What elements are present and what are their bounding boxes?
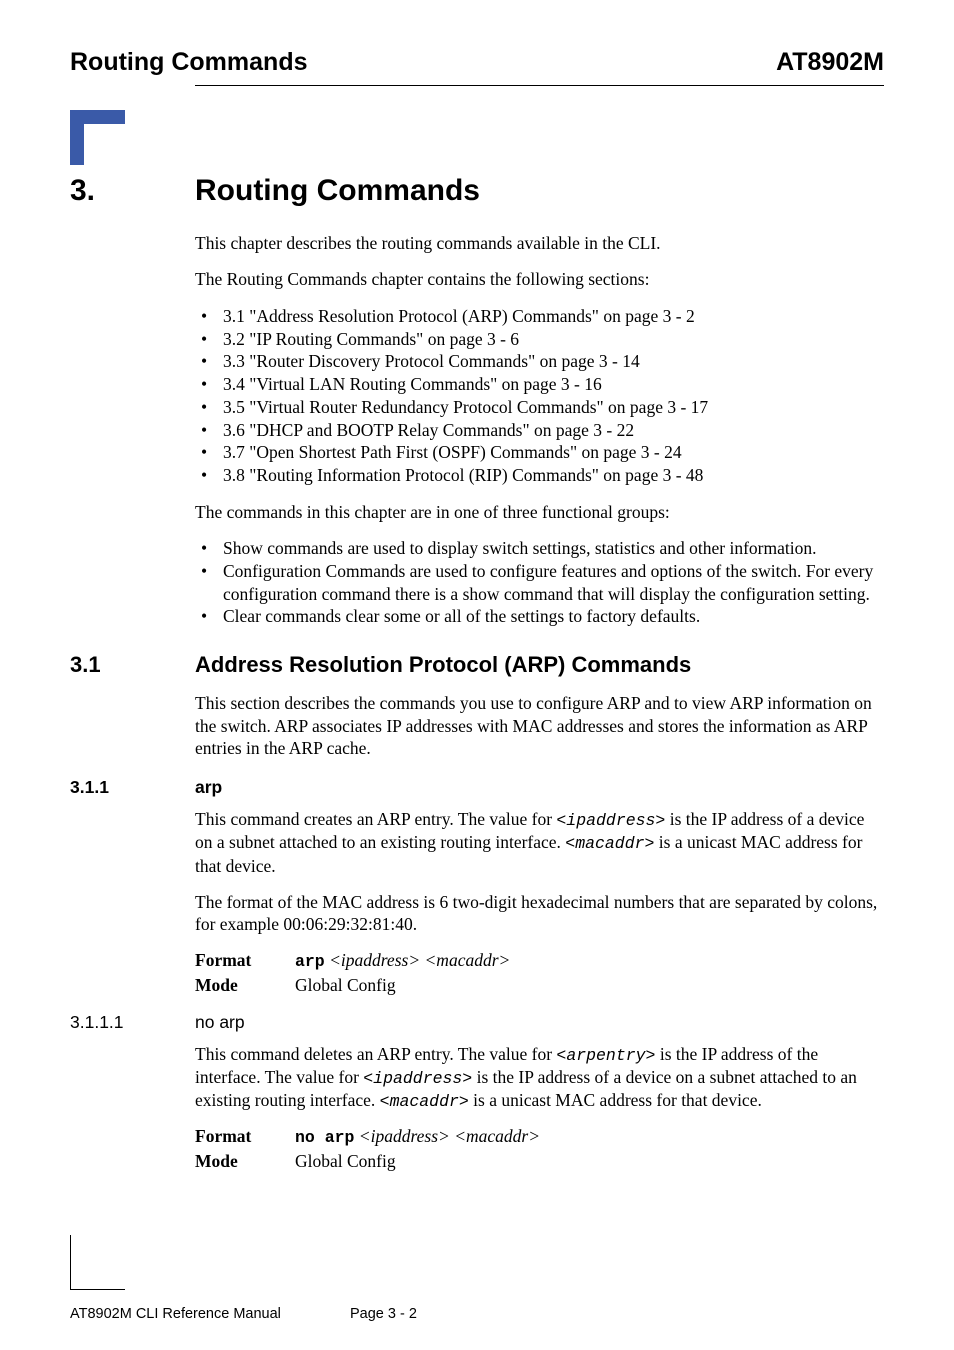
- subsubsection-number: 3.1.1.1: [70, 1012, 195, 1033]
- toc-item[interactable]: 3.1 "Address Resolution Protocol (ARP) C…: [195, 305, 884, 328]
- param-macaddr: <macaddr>: [565, 834, 654, 853]
- cmd-keyword: arp: [295, 952, 325, 971]
- cmd-args: <ipaddress> <macaddr>: [354, 1126, 540, 1146]
- toc-item[interactable]: 3.7 "Open Shortest Path First (OSPF) Com…: [195, 441, 884, 464]
- header-rule: [195, 85, 884, 86]
- mode-value: Global Config: [295, 975, 884, 996]
- groups-intro: The commands in this chapter are in one …: [195, 501, 884, 523]
- toc-item[interactable]: 3.2 "IP Routing Commands" on page 3 - 6: [195, 328, 884, 351]
- toc-item[interactable]: 3.3 "Router Discovery Protocol Commands"…: [195, 350, 884, 373]
- toc-item[interactable]: 3.4 "Virtual LAN Routing Commands" on pa…: [195, 373, 884, 396]
- subsection-title: arp: [195, 777, 222, 798]
- list-item: Show commands are used to display switch…: [195, 537, 884, 560]
- footer-left: AT8902M CLI Reference Manual: [70, 1306, 350, 1322]
- mode-value: Global Config: [295, 1151, 884, 1172]
- decorative-corner-bottom-icon: [70, 1235, 125, 1290]
- param-macaddr: <macaddr>: [380, 1092, 469, 1111]
- mode-label: Mode: [195, 975, 295, 996]
- chapter-intro-2: The Routing Commands chapter contains th…: [195, 268, 884, 290]
- subsection-number: 3.1.1: [70, 777, 195, 798]
- running-header-left: Routing Commands: [70, 48, 308, 77]
- format-value: arp <ipaddress> <macaddr>: [295, 950, 884, 971]
- cmd-keyword: no arp: [295, 1128, 354, 1147]
- no-arp-desc: This command deletes an ARP entry. The v…: [195, 1043, 884, 1112]
- param-ipaddress: <ipaddress>: [363, 1069, 472, 1088]
- arp-desc-2: The format of the MAC address is 6 two-d…: [195, 891, 884, 936]
- section-number: 3.1: [70, 652, 195, 678]
- format-value: no arp <ipaddress> <macaddr>: [295, 1126, 884, 1147]
- mode-label: Mode: [195, 1151, 295, 1172]
- running-header-right: AT8902M: [776, 48, 884, 77]
- functional-groups-list: Show commands are used to display switch…: [195, 537, 884, 628]
- cmd-args: <ipaddress> <macaddr>: [325, 950, 511, 970]
- section-title: Address Resolution Protocol (ARP) Comman…: [195, 652, 691, 678]
- toc-item[interactable]: 3.5 "Virtual Router Redundancy Protocol …: [195, 396, 884, 419]
- decorative-corner-top-icon: [70, 110, 125, 165]
- toc-item[interactable]: 3.6 "DHCP and BOOTP Relay Commands" on p…: [195, 419, 884, 442]
- toc-item[interactable]: 3.8 "Routing Information Protocol (RIP) …: [195, 464, 884, 487]
- toc-list: 3.1 "Address Resolution Protocol (ARP) C…: [195, 305, 884, 487]
- arp-desc-1: This command creates an ARP entry. The v…: [195, 808, 884, 877]
- list-item: Configuration Commands are used to confi…: [195, 560, 884, 606]
- section-desc: This section describes the commands you …: [195, 692, 884, 759]
- format-label: Format: [195, 950, 295, 971]
- chapter-number: 3.: [70, 174, 195, 208]
- param-arpentry: <arpentry>: [556, 1046, 655, 1065]
- list-item: Clear commands clear some or all of the …: [195, 605, 884, 628]
- chapter-intro-1: This chapter describes the routing comma…: [195, 232, 884, 254]
- subsubsection-title: no arp: [195, 1012, 245, 1033]
- format-label: Format: [195, 1126, 295, 1147]
- param-ipaddress: <ipaddress>: [556, 811, 665, 830]
- chapter-title: Routing Commands: [195, 174, 480, 208]
- footer-page-number: Page 3 - 2: [350, 1306, 884, 1322]
